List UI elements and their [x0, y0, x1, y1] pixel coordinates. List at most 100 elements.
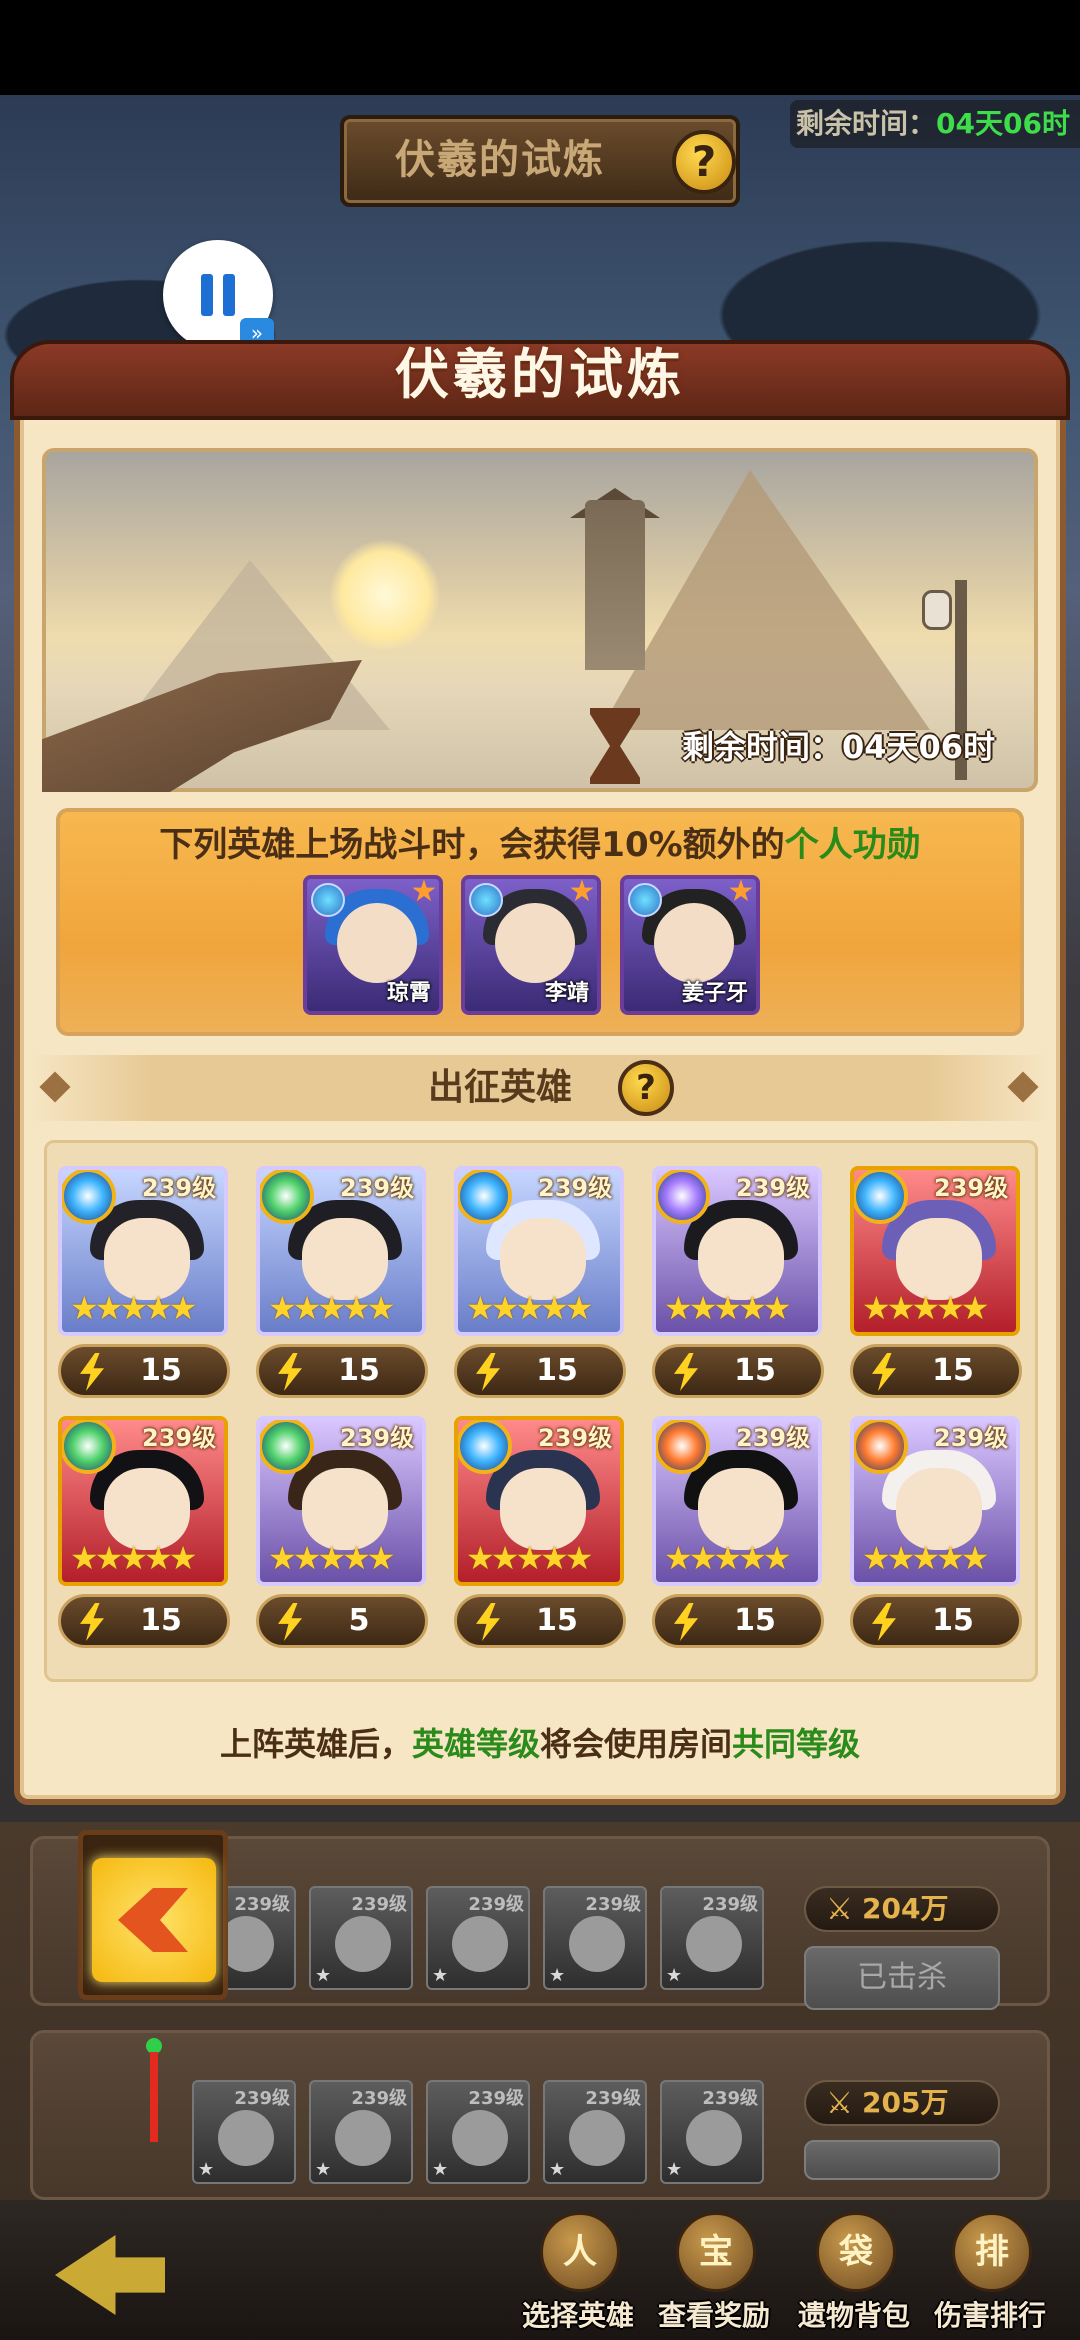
- energy-value: 15: [734, 1603, 776, 1638]
- hero-card[interactable]: 239级 ★★★★★: [454, 1166, 624, 1336]
- hero-portrait: [698, 1218, 784, 1300]
- hero-name: 姜子牙: [681, 981, 748, 1006]
- star-icon: ★: [432, 1965, 449, 1986]
- star-icon: ★: [549, 1965, 566, 1986]
- rank-hero-card: 239级 ★: [192, 2080, 296, 2184]
- element-icon: [458, 1170, 512, 1224]
- hero-stars: ★★★★★: [466, 1289, 593, 1327]
- element-icon: [311, 883, 345, 917]
- bonus-hero-card[interactable]: ★ 姜子牙: [620, 875, 760, 1015]
- lightning-icon: [278, 1353, 302, 1391]
- energy-badge: 15: [58, 1594, 230, 1648]
- bonus-star-icon: ★: [568, 875, 596, 909]
- energy-value: 15: [140, 1603, 182, 1638]
- status-button[interactable]: [804, 2140, 1000, 2180]
- element-icon: [628, 883, 662, 917]
- section-title: 出征英雄: [427, 1067, 572, 1108]
- hero-level: 239级: [234, 2088, 290, 2109]
- treasure-chest-icon: 宝: [676, 2212, 756, 2292]
- energy-badge: 15: [652, 1344, 824, 1398]
- hero-level: 239级: [934, 1424, 1009, 1452]
- hero-icon: 人: [540, 2212, 620, 2292]
- lightning-icon: [872, 1353, 896, 1391]
- footer-note: 上阵英雄后，英雄等级将会使用房间共同等级: [56, 1714, 1024, 1774]
- element-icon: [469, 883, 503, 917]
- hero-card[interactable]: 239级 ★★★★★: [850, 1416, 1020, 1586]
- hero-portrait: [104, 1468, 190, 1550]
- star-icon: ★: [549, 2159, 566, 2180]
- hero-level: 239级: [142, 1424, 217, 1452]
- rank-hero-card: 239级 ★: [660, 1886, 764, 1990]
- element-icon: [656, 1170, 710, 1224]
- hero-card[interactable]: 239级 ★★★★★: [58, 1416, 228, 1586]
- tower: [585, 500, 645, 670]
- hero-portrait: [302, 1218, 388, 1300]
- bonus-star-icon: ★: [410, 875, 438, 909]
- panel-title: 伏羲的试炼: [395, 343, 685, 406]
- hero-card[interactable]: 239级 ★★★★★: [256, 1416, 426, 1586]
- hero-level: 239级: [702, 2088, 758, 2109]
- bonus-hero-card[interactable]: ★ 琼霄: [303, 875, 443, 1015]
- hero-card[interactable]: 239级 ★★★★★: [652, 1416, 822, 1586]
- hero-portrait: [335, 2110, 391, 2166]
- view-rewards-button[interactable]: 宝查看奖励: [654, 2212, 774, 2340]
- hero-stars: ★★★★★: [268, 1289, 395, 1327]
- lightning-icon: [872, 1603, 896, 1641]
- relic-bag-button[interactable]: 袋遗物背包: [794, 2212, 914, 2340]
- hero-portrait: [452, 1916, 508, 1972]
- energy-badge: 15: [454, 1594, 626, 1648]
- hero-portrait: [896, 1468, 982, 1550]
- hero-level: 239级: [585, 1894, 641, 1915]
- nav-label: 查看奖励: [657, 2299, 770, 2332]
- rope-line: [150, 2052, 158, 2142]
- hero-stars: ★★★★★: [664, 1289, 791, 1327]
- element-icon: [62, 1170, 116, 1224]
- element-icon: [854, 1170, 908, 1224]
- energy-value: 15: [536, 1603, 578, 1638]
- bonus-text: 下列英雄上场战斗时，会获得10%额外的个人功勋: [56, 820, 1024, 870]
- lightning-icon: [80, 1353, 104, 1391]
- rank-hero-card: 239级 ★: [660, 2080, 764, 2184]
- remaining-time-value: 04天06时: [936, 107, 1070, 140]
- star-icon: ★: [432, 2159, 449, 2180]
- energy-value: 15: [932, 1603, 974, 1638]
- star-icon: ★: [666, 1965, 683, 1986]
- footer-prefix: 上阵英雄后，: [219, 1725, 412, 1763]
- status-button[interactable]: 已击杀: [804, 1946, 1000, 2010]
- star-icon: ★: [315, 2159, 332, 2180]
- hero-stars: ★★★★★: [70, 1289, 197, 1327]
- nav-label: 伤害排行: [933, 2299, 1046, 2332]
- hero-level: 239级: [934, 1174, 1009, 1202]
- hero-level: 239级: [468, 2088, 524, 2109]
- section-help-button[interactable]: ?: [618, 1060, 674, 1116]
- hero-card[interactable]: 239级 ★★★★★: [58, 1166, 228, 1336]
- crossed-swords-icon: ⚔: [826, 2086, 853, 2121]
- header-help-button[interactable]: ?: [672, 130, 736, 194]
- bonus-hero-card[interactable]: ★ 李靖: [461, 875, 601, 1015]
- lightning-icon: [674, 1603, 698, 1641]
- hero-stars: ★★★★★: [268, 1539, 395, 1577]
- damage-ranking-button[interactable]: 排伤害排行: [930, 2212, 1050, 2340]
- status-bar: [0, 0, 1080, 95]
- bonus-text-prefix: 下列英雄上场战斗时，会获得10%额外的: [159, 825, 785, 865]
- hero-card[interactable]: 239级 ★★★★★: [652, 1166, 822, 1336]
- star-icon: ★: [666, 2159, 683, 2180]
- hero-stars: ★★★★★: [862, 1539, 989, 1577]
- hero-portrait: [569, 1916, 625, 1972]
- bonus-star-icon: ★: [727, 875, 755, 909]
- hero-name: 李靖: [544, 981, 589, 1006]
- energy-value: 15: [536, 1353, 578, 1388]
- pause-icon-bar: [223, 274, 235, 316]
- hero-level: 239级: [340, 1174, 415, 1202]
- hero-card[interactable]: 239级 ★★★★★: [454, 1416, 624, 1586]
- header-title: 伏羲的试炼: [395, 137, 605, 183]
- hero-card[interactable]: 239级 ★★★★★: [256, 1166, 426, 1336]
- hero-card[interactable]: 239级 ★★★★★: [850, 1166, 1020, 1336]
- element-icon: [854, 1420, 908, 1474]
- hero-stars: ★★★★★: [466, 1539, 593, 1577]
- rank-hero-card: 239级 ★: [426, 2080, 530, 2184]
- hero-level: 239级: [702, 1894, 758, 1915]
- energy-value: 15: [338, 1353, 380, 1388]
- hero-level: 239级: [538, 1174, 613, 1202]
- select-hero-button[interactable]: 人选择英雄: [518, 2212, 638, 2340]
